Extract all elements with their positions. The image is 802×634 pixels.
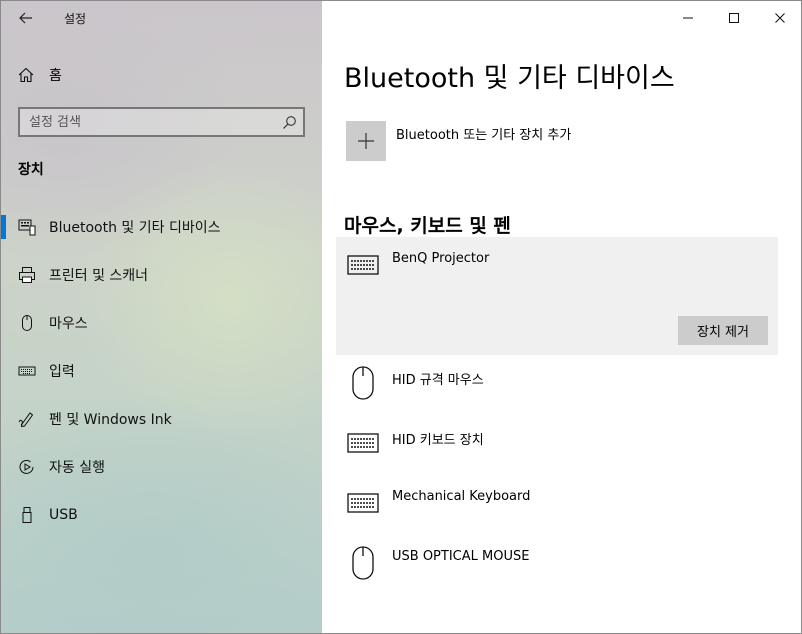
main-content: Bluetooth 및 기타 디바이스 Bluetooth 또는 기타 장치 추… (322, 1, 801, 633)
mouse-icon (346, 363, 380, 403)
sidebar-item-label: 프린터 및 스캐너 (49, 268, 149, 284)
add-tile[interactable] (346, 121, 386, 161)
sidebar-nav: Bluetooth 및 기타 디바이스 프린터 및 스캐너 마우스 입력 펜 및… (1, 203, 322, 539)
device-item-usb-optical-mouse[interactable]: USB OPTICAL MOUSE (336, 535, 778, 595)
device-item-hid-keyboard[interactable]: HID 키보드 장치 (336, 415, 778, 475)
device-name: HID 키보드 장치 (392, 433, 484, 448)
page-title: Bluetooth 및 기타 디바이스 (344, 63, 675, 94)
search-input[interactable] (29, 114, 278, 130)
section-heading: 마우스, 키보드 및 펜 (344, 215, 511, 237)
close-icon (775, 13, 785, 23)
section-title: 장치 (18, 162, 44, 178)
bluetooth-devices-icon (18, 218, 36, 236)
maximize-icon (729, 13, 739, 23)
sidebar-item-mouse[interactable]: 마우스 (1, 299, 322, 347)
keyboard-icon (346, 483, 380, 523)
printer-icon (18, 266, 36, 284)
add-device-label: Bluetooth 또는 기타 장치 추가 (396, 128, 572, 143)
sidebar-item-home[interactable]: 홈 (17, 63, 62, 87)
minimize-button[interactable] (665, 1, 711, 35)
sidebar-item-label: 입력 (49, 364, 75, 380)
sidebar-item-usb[interactable]: USB (1, 491, 322, 539)
window-controls (665, 1, 801, 35)
device-name: HID 규격 마우스 (392, 373, 484, 388)
search-box[interactable] (18, 107, 305, 137)
device-name: Mechanical Keyboard (392, 489, 531, 504)
close-button[interactable] (757, 1, 801, 35)
device-item-hid-mouse[interactable]: HID 규격 마우스 (336, 355, 778, 415)
settings-window: 설정 홈 장치 (0, 0, 802, 634)
sidebar-item-label: 펜 및 Windows Ink (49, 412, 172, 428)
plus-icon (358, 133, 374, 149)
usb-icon (18, 506, 36, 524)
sidebar-item-label: 마우스 (49, 316, 88, 332)
mouse-icon (346, 543, 380, 583)
sidebar-item-pen[interactable]: 펜 및 Windows Ink (1, 395, 322, 443)
back-arrow-icon (19, 12, 32, 24)
maximize-button[interactable] (711, 1, 757, 35)
sidebar-item-bluetooth[interactable]: Bluetooth 및 기타 디바이스 (1, 203, 322, 251)
sidebar: 설정 홈 장치 (1, 1, 322, 633)
keyboard-icon (346, 245, 380, 285)
sidebar-item-label: 자동 실행 (49, 460, 105, 476)
device-item-mechanical-keyboard[interactable]: Mechanical Keyboard (336, 475, 778, 535)
home-icon (18, 67, 34, 83)
minimize-icon (683, 17, 693, 19)
device-name: BenQ Projector (392, 251, 490, 266)
sidebar-item-label: USB (49, 507, 78, 523)
device-list: BenQ Projector 장치 제거 HID 규격 마우스 HID 키보드 … (336, 237, 778, 595)
home-label: 홈 (49, 68, 62, 84)
sidebar-item-autoplay[interactable]: 자동 실행 (1, 443, 322, 491)
sidebar-item-printers[interactable]: 프린터 및 스캐너 (1, 251, 322, 299)
device-item-benq-projector[interactable]: BenQ Projector 장치 제거 (336, 237, 778, 355)
pen-icon (18, 410, 36, 428)
sidebar-item-label: Bluetooth 및 기타 디바이스 (49, 220, 221, 236)
mouse-icon (18, 314, 36, 332)
device-name: USB OPTICAL MOUSE (392, 549, 530, 564)
keyboard-icon (18, 362, 36, 380)
remove-device-button[interactable]: 장치 제거 (678, 316, 768, 345)
title-bar-left: 설정 (1, 1, 322, 35)
autoplay-icon (18, 458, 36, 476)
add-device-button[interactable]: Bluetooth 또는 기타 장치 추가 (346, 121, 571, 161)
back-button[interactable] (15, 7, 37, 29)
search-icon[interactable] (278, 111, 300, 133)
sidebar-item-typing[interactable]: 입력 (1, 347, 322, 395)
app-title: 설정 (64, 12, 87, 26)
keyboard-icon (346, 423, 380, 463)
